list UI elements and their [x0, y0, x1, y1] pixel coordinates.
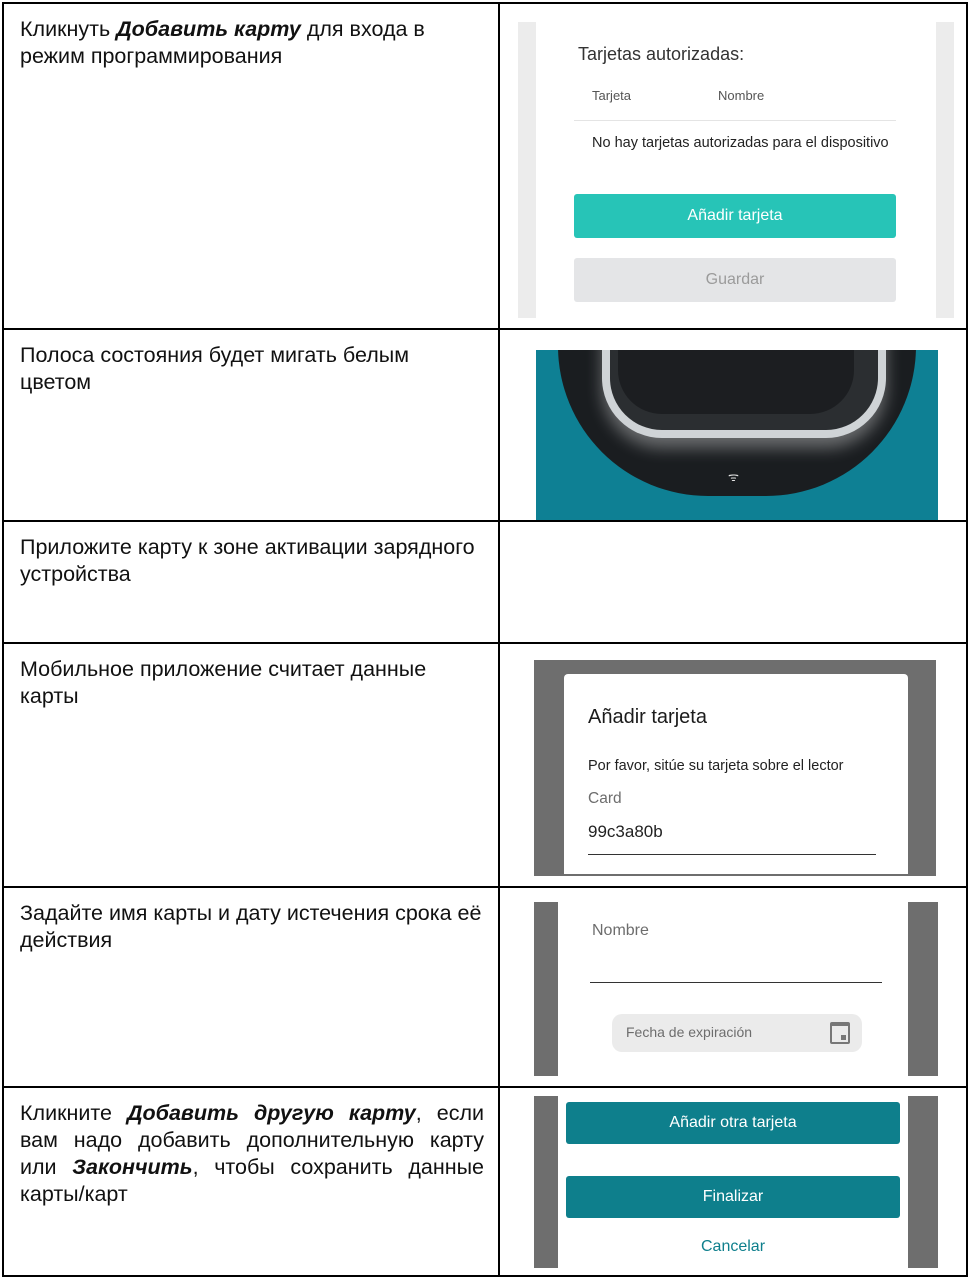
- calendar-icon[interactable]: [830, 1022, 850, 1044]
- step-row-add-card: Кликнуть Добавить карту для входа в режи…: [2, 2, 968, 330]
- add-card-dialog: Añadir tarjeta Por favor, sitúe su tarje…: [564, 674, 908, 874]
- card-field-underline: [588, 854, 876, 855]
- step-text-cell: Приложите карту к зоне активации зарядно…: [2, 520, 500, 644]
- column-header-card: Tarjeta: [592, 88, 632, 103]
- finish-button[interactable]: Finalizar: [566, 1176, 900, 1218]
- step-text-cell: Кликните Добавить другую карту, если вам…: [2, 1086, 500, 1277]
- name-field[interactable]: [590, 982, 882, 983]
- step-1-pre: Кликнуть: [20, 17, 117, 41]
- action-buttons-panel: Añadir otra tarjeta Finalizar Cancelar: [558, 1096, 908, 1268]
- dialog-message: Por favor, sitúe su tarjeta sobre el lec…: [588, 758, 844, 774]
- save-button[interactable]: Guardar: [574, 258, 896, 302]
- wifi-icon: ᯤ: [728, 470, 739, 484]
- card-id-field[interactable]: 99c3a80b: [588, 822, 663, 842]
- empty-message: No hay tarjetas autorizadas para el disp…: [592, 135, 889, 151]
- step-text-cell: Полоса состояния будет мигать белым цвет…: [2, 328, 500, 522]
- panel-title: Tarjetas autorizadas:: [578, 44, 745, 64]
- cancel-button[interactable]: Cancelar: [558, 1238, 908, 1256]
- add-another-card-button[interactable]: Añadir otra tarjeta: [566, 1102, 900, 1144]
- step-6-pre: Кликните: [20, 1101, 127, 1125]
- step-1-emphasis: Добавить карту: [116, 17, 301, 41]
- step-3-empty-cell: [498, 520, 968, 644]
- step-1-screenshot: Tarjetas autorizadas: Tarjeta Nombre No …: [498, 2, 968, 330]
- column-header-name: Nombre: [718, 88, 765, 103]
- step-row-status-bar: Полоса состояния будет мигать белым цвет…: [2, 328, 968, 522]
- add-card-button[interactable]: Añadir tarjeta: [574, 194, 896, 238]
- card-field-label: Card: [588, 790, 622, 807]
- step-4-text: Мобильное приложение считает данные карт…: [20, 657, 427, 708]
- expiry-date-field[interactable]: Fecha de expiración: [612, 1014, 862, 1052]
- authorized-cards-panel: Tarjetas autorizadas: Tarjeta Nombre No …: [518, 22, 954, 318]
- instruction-table: Кликнуть Добавить карту для входа в режи…: [2, 2, 968, 1277]
- step-2-text: Полоса состояния будет мигать белым цвет…: [20, 343, 410, 394]
- step-5-text: Задайте имя карты и дату истечения срока…: [20, 901, 482, 952]
- step-6-emphasis-add: Добавить другую карту: [127, 1101, 416, 1125]
- step-6-emphasis-finish: Закончить: [72, 1155, 193, 1179]
- step-2-device-photo: ᯤ: [498, 328, 968, 522]
- step-3-text: Приложите карту к зоне активации зарядно…: [20, 535, 475, 586]
- step-text-cell: Мобильное приложение считает данные карт…: [2, 642, 500, 888]
- step-row-present-card: Приложите карту к зоне активации зарядно…: [2, 520, 968, 644]
- step-1-text: Кликнуть Добавить карту для входа в режи…: [20, 16, 484, 70]
- step-5-screenshot: Nombre Fecha de expiración: [498, 886, 968, 1088]
- step-4-screenshot: Añadir tarjeta Por favor, sitúe su tarje…: [498, 642, 968, 888]
- step-text-cell: Задайте имя карты и дату истечения срока…: [2, 886, 500, 1088]
- step-row-finish: Кликните Добавить другую карту, если вам…: [2, 1086, 968, 1277]
- charger-device: ᯤ: [536, 350, 938, 519]
- charger-screen: [618, 350, 854, 414]
- dialog-title: Añadir tarjeta: [588, 706, 707, 728]
- header-divider: [574, 120, 896, 121]
- step-text-cell: Кликнуть Добавить карту для входа в режи…: [2, 2, 500, 330]
- name-field-label: Nombre: [592, 922, 649, 939]
- step-row-name-expiry: Задайте имя карты и дату истечения срока…: [2, 886, 968, 1088]
- step-6-screenshot: Añadir otra tarjeta Finalizar Cancelar: [498, 1086, 968, 1277]
- step-row-read-card: Мобильное приложение считает данные карт…: [2, 642, 968, 888]
- step-6-text: Кликните Добавить другую карту, если вам…: [20, 1100, 484, 1208]
- card-details-form: Nombre Fecha de expiración: [558, 902, 908, 1076]
- expiry-placeholder: Fecha de expiración: [626, 1024, 753, 1040]
